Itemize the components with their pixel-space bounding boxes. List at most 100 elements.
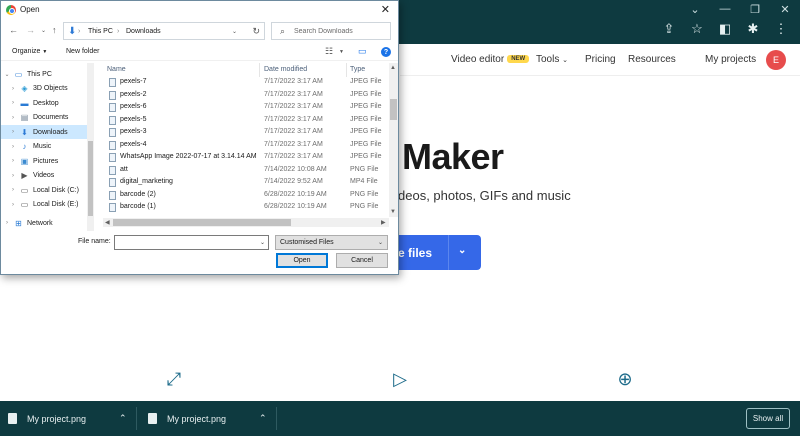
chevron-down-icon[interactable]: ⌄ <box>232 28 237 35</box>
nav-my-projects[interactable]: My projects <box>705 54 756 65</box>
collapse-icon[interactable]: ⌄ <box>1 71 13 78</box>
file-row[interactable]: digital_marketing 7/14/2022 9:52 AM MP4 Fi… <box>103 176 389 189</box>
expand-icon[interactable]: › <box>7 115 19 121</box>
expand-icon[interactable]: › <box>7 129 19 135</box>
scroll-up-icon[interactable]: ▲ <box>390 65 396 71</box>
file-name-input[interactable]: ⌄ <box>114 235 269 250</box>
image-file-icon <box>109 128 116 137</box>
close-window-button[interactable]: ✕ <box>770 0 800 18</box>
image-file-icon <box>109 153 116 162</box>
scroll-right-icon[interactable]: ▶ <box>381 219 386 226</box>
star-icon[interactable]: ☆ <box>690 21 704 36</box>
file-row[interactable]: WhatsApp Image 2022-07-17 at 3.14.14 AM 7… <box>103 151 389 164</box>
scrollbar-thumb[interactable] <box>88 141 93 216</box>
tree-item-desktop[interactable]: › ▬ Desktop <box>1 96 87 110</box>
expand-icon[interactable]: › <box>7 173 19 179</box>
share-icon[interactable]: ⇪ <box>662 21 676 36</box>
breadcrumb-downloads[interactable]: Downloads <box>126 28 161 35</box>
file-date: 6/28/2022 10:19 AM <box>264 190 327 198</box>
file-type-filter[interactable]: Customised Files ⌄ <box>275 235 388 250</box>
nav-pricing[interactable]: Pricing <box>585 54 616 65</box>
disk-icon: ▭ <box>20 200 29 209</box>
menu-icon[interactable]: ⋮ <box>774 21 788 36</box>
nav-pane-scrollbar[interactable] <box>87 63 94 231</box>
file-row[interactable]: att 7/14/2022 10:08 AM PNG File <box>103 164 389 177</box>
download-item[interactable]: My project.png <box>148 401 226 436</box>
tree-item-pictures[interactable]: › ▣ Pictures <box>1 154 87 168</box>
chevron-down-icon[interactable]: ⌄ <box>41 27 46 34</box>
chevron-down-icon[interactable]: ⌄ <box>260 239 265 246</box>
file-row[interactable]: pexels-6 7/17/2022 3:17 AM JPEG File <box>103 101 389 114</box>
scrollbar-thumb[interactable] <box>113 219 291 226</box>
column-divider[interactable] <box>259 63 260 77</box>
tree-item-3d-objects[interactable]: › ◈ 3D Objects <box>1 82 87 96</box>
nav-video-editor[interactable]: Video editor NEW <box>451 54 530 65</box>
chevron-up-icon[interactable]: ⌃ <box>119 401 127 436</box>
chevron-down-icon[interactable]: ⌄ <box>458 245 466 256</box>
scroll-down-icon[interactable]: ▼ <box>390 209 396 215</box>
help-icon[interactable]: ? <box>381 47 391 57</box>
expand-icon[interactable]: › <box>7 187 19 193</box>
tree-item-downloads[interactable]: › ⬇ Downloads <box>1 125 87 139</box>
tree-item-local-disk-c[interactable]: › ▭ Local Disk (C:) <box>1 183 87 197</box>
expand-icon[interactable]: › <box>7 158 19 164</box>
expand-icon[interactable]: › <box>1 220 13 226</box>
tree-item-music[interactable]: › ♪ Music <box>1 140 87 154</box>
column-divider[interactable] <box>346 63 347 77</box>
tree-item-local-disk-e[interactable]: › ▭ Local Disk (E:) <box>1 198 87 212</box>
scrollbar-thumb[interactable] <box>390 99 397 120</box>
image-file-icon <box>109 90 116 100</box>
close-icon[interactable]: ✕ <box>381 3 390 16</box>
expand-icon[interactable]: › <box>7 100 19 106</box>
column-header-type[interactable]: Type <box>350 66 365 73</box>
organize-button[interactable]: Organize ▼ <box>12 48 47 55</box>
download-item[interactable]: My project.png <box>8 401 86 436</box>
expand-icon[interactable]: › <box>7 86 19 92</box>
scroll-left-icon[interactable]: ◀ <box>105 219 110 226</box>
restore-button[interactable]: ❐ <box>740 0 770 18</box>
forward-arrow-icon[interactable]: → <box>26 25 35 35</box>
column-header-name[interactable]: Name <box>107 66 126 73</box>
tab-search-icon[interactable]: ⌄ <box>680 0 710 18</box>
avatar[interactable]: E <box>766 50 786 70</box>
tree-item-this-pc[interactable]: ⌄ ▭ This PC <box>1 67 87 81</box>
tree-label: Pictures <box>33 157 59 165</box>
file-row[interactable]: pexels-4 7/17/2022 3:17 AM JPEG File <box>103 139 389 152</box>
file-list-vertical-scrollbar[interactable]: ▲ ▼ <box>389 63 398 217</box>
back-arrow-icon[interactable]: ← <box>9 25 18 35</box>
puzzle-icon[interactable]: ✱ <box>746 21 760 36</box>
cancel-button[interactable]: Cancel <box>336 253 388 268</box>
file-row[interactable]: barcode (1) 6/28/2022 10:19 AM PNG File <box>103 201 389 214</box>
file-row[interactable]: pexels-7 7/17/2022 3:17 AM JPEG File <box>103 76 389 89</box>
tree-item-network[interactable]: › ⊞ Network <box>1 216 87 230</box>
search-input[interactable] <box>294 25 388 37</box>
address-bar[interactable]: ⬇ › This PC › Downloads ⌄ ↻ <box>63 22 265 40</box>
refresh-icon[interactable]: ↻ <box>252 26 260 37</box>
nav-tools[interactable]: Tools ⌄ <box>536 54 568 65</box>
preview-pane-icon[interactable]: ▭ <box>358 46 367 57</box>
tree-item-videos[interactable]: › ▶ Videos <box>1 169 87 183</box>
file-list-horizontal-scrollbar[interactable]: ◀ ▶ <box>103 218 389 227</box>
expand-icon[interactable]: › <box>7 144 19 150</box>
file-row[interactable]: pexels-3 7/17/2022 3:17 AM JPEG File <box>103 126 389 139</box>
file-row[interactable]: pexels-2 7/17/2022 3:17 AM JPEG File <box>103 89 389 102</box>
chevron-up-icon[interactable]: ⌃ <box>259 401 267 436</box>
file-row[interactable]: pexels-5 7/17/2022 3:17 AM JPEG File <box>103 114 389 127</box>
minimize-button[interactable]: — <box>710 0 740 18</box>
expand-icon[interactable]: › <box>7 202 19 208</box>
search-box[interactable]: ⌕ <box>271 22 391 40</box>
breadcrumb-this-pc[interactable]: This PC <box>88 28 113 35</box>
show-all-button[interactable]: Show all <box>746 408 790 429</box>
nav-resources[interactable]: Resources <box>628 54 676 65</box>
tree-label: This PC <box>27 70 52 78</box>
column-header-date[interactable]: Date modified <box>264 66 307 73</box>
chevron-down-icon[interactable]: ▼ <box>339 49 344 55</box>
file-icon <box>148 413 157 424</box>
up-arrow-icon[interactable]: ↑ <box>52 25 57 35</box>
file-row[interactable]: barcode (2) 6/28/2022 10:19 AM PNG File <box>103 189 389 202</box>
open-button[interactable]: Open <box>276 253 328 268</box>
tree-item-documents[interactable]: › ▤ Documents <box>1 111 87 125</box>
sidebar-icon[interactable]: ◧ <box>718 21 732 36</box>
view-options-icon[interactable]: ☷ <box>325 46 333 57</box>
new-folder-button[interactable]: New folder <box>66 48 99 55</box>
